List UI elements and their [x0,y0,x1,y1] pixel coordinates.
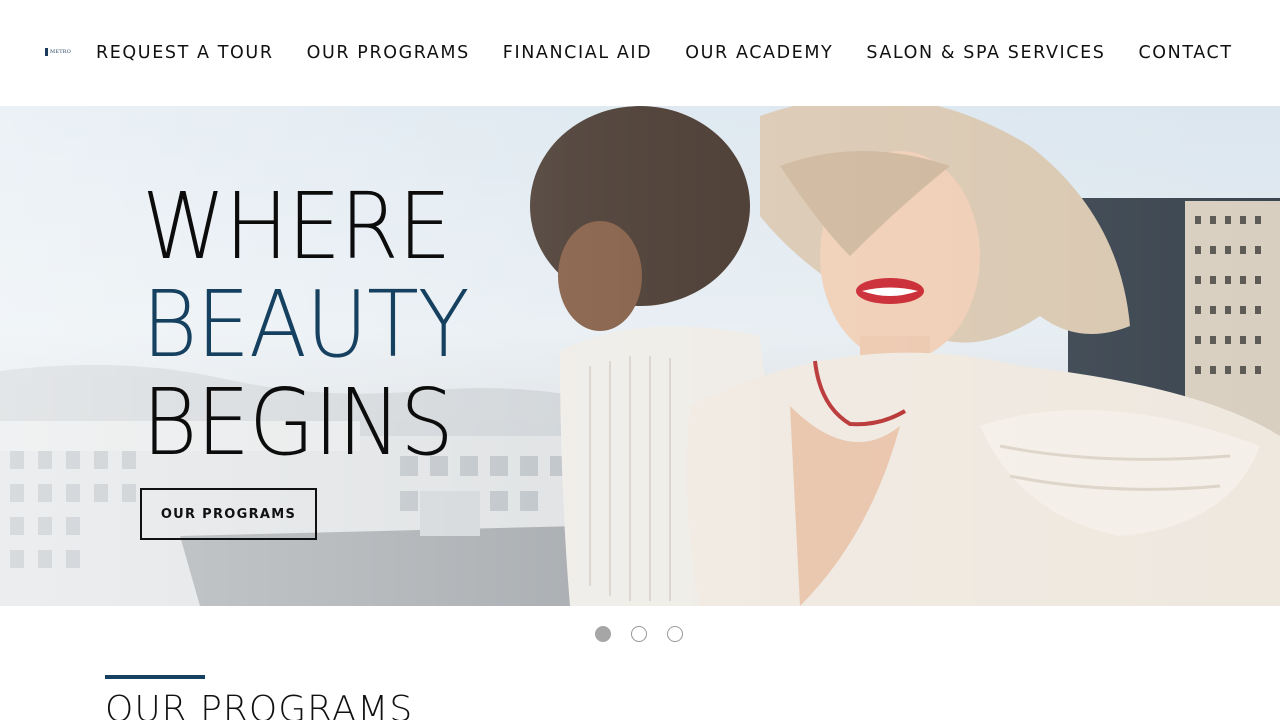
headline-line-beauty: BEAUTY [142,271,470,378]
nav-salon-spa-services[interactable]: SALON & SPA SERVICES [866,42,1105,64]
our-programs-button[interactable]: OUR PROGRAMS [140,488,317,540]
headline-line-where: WHERE [142,173,451,280]
nav-financial-aid[interactable]: FINANCIAL AID [503,42,652,64]
carousel-dot-2[interactable] [631,626,647,642]
section-accent-rule [105,675,205,679]
headline-line-begins: BEGINS [142,369,454,476]
main-nav: REQUEST A TOUR OUR PROGRAMS FINANCIAL AI… [96,42,1233,64]
logo-mark-icon [45,48,49,56]
site-header: METRO REQUEST A TOUR OUR PROGRAMS FINANC… [0,0,1280,106]
logo[interactable]: METRO [45,47,71,57]
nav-our-academy[interactable]: OUR ACADEMY [685,42,833,64]
carousel-dots [595,626,683,642]
nav-contact[interactable]: CONTACT [1138,42,1232,64]
nav-request-a-tour[interactable]: REQUEST A TOUR [96,42,274,64]
section-title: OUR PROGRAMS [105,689,414,720]
carousel-dot-1[interactable] [595,626,611,642]
hero-headline: WHERE BEAUTY BEGINS [142,178,497,472]
logo-text: METRO [50,48,71,55]
nav-our-programs[interactable]: OUR PROGRAMS [307,42,470,64]
carousel-dot-3[interactable] [667,626,683,642]
